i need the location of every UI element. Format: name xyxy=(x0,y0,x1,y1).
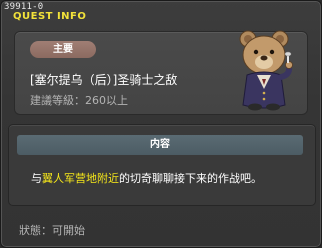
quest-type-badge: 主要 xyxy=(30,41,96,58)
level-requirement: 建議等級：260以上 xyxy=(30,94,128,107)
description-suffix: 的切奇聊聊接下来的作战吧。 xyxy=(119,172,262,185)
quest-name: [塞尔提乌（后）]圣骑士之敌 xyxy=(30,73,178,87)
quest-info-window: 39911-0 QUEST INFO 主要 [塞尔提乌（后）]圣骑士之敌 建議等… xyxy=(0,0,322,248)
quest-status: 狀態：可開始 xyxy=(19,224,85,237)
quest-content-panel: 内容 与翼人军营地附近的切奇聊聊接下来的作战吧。 xyxy=(8,124,316,206)
content-header: 内容 xyxy=(17,135,303,155)
description-prefix: 与 xyxy=(31,172,42,185)
window-title: QUEST INFO xyxy=(13,11,87,22)
bear-npc-icon xyxy=(239,30,293,111)
quest-description: 与翼人军营地附近的切奇聊聊接下来的作战吧。 xyxy=(31,170,262,186)
description-location-highlight: 翼人军营地附近 xyxy=(42,172,119,185)
